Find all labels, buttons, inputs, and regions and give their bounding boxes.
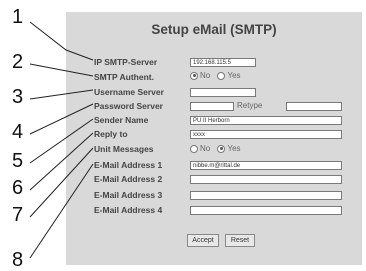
email-address-3-field[interactable] — [190, 191, 342, 200]
reply-to-field[interactable]: xxxx — [190, 130, 342, 139]
accept-button[interactable]: Accept — [187, 234, 219, 247]
leader-line-8 — [29, 163, 94, 259]
email-address-4-label: E-Mail Address 4 — [94, 205, 163, 215]
email-address-2-field[interactable] — [190, 175, 342, 184]
retype-password-field[interactable] — [286, 102, 342, 111]
auth-no-radio[interactable] — [190, 71, 198, 80]
auth-yes-radio[interactable] — [217, 71, 226, 80]
unit-yes-radio[interactable] — [217, 144, 226, 153]
unit-messages-label: Unit Messages — [94, 144, 154, 154]
leader-line-2 — [29, 63, 94, 77]
email-address-1-label: E-Mail Address 1 — [94, 160, 163, 170]
smtp-authent-label: SMTP Authent. — [94, 72, 154, 82]
unit-no-radio[interactable] — [190, 144, 198, 153]
smtp-authent-radio-group: No Yes — [190, 71, 246, 80]
ip-smtp-server-field[interactable]: 192.168.115.5 — [190, 58, 256, 67]
username-server-field[interactable] — [190, 88, 256, 97]
retype-label: Retype — [237, 101, 263, 110]
auth-no-label: No — [200, 71, 211, 81]
unit-yes-label: Yes — [227, 144, 241, 154]
email-address-1-field[interactable]: nibbe.m@rittal.de — [190, 161, 342, 170]
leader-line-1 — [29, 21, 94, 61]
leader-line-4 — [29, 103, 94, 135]
unit-no-label: No — [200, 144, 211, 154]
leader-line-7 — [29, 147, 94, 218]
username-server-label: Username Server — [94, 87, 164, 97]
unit-messages-radio-group: No Yes — [190, 144, 246, 153]
reset-button[interactable]: Reset — [225, 234, 255, 247]
sender-name-label: Sender Name — [94, 115, 149, 125]
auth-yes-label: Yes — [227, 71, 241, 81]
email-address-2-label: E-Mail Address 2 — [94, 174, 163, 184]
leader-line-3 — [29, 89, 94, 100]
password-server-field[interactable] — [190, 102, 234, 111]
password-server-label: Password Server — [94, 101, 163, 111]
reply-to-label: Reply to — [94, 129, 128, 139]
sender-name-field[interactable]: PU II Herborn — [190, 116, 342, 125]
email-address-4-field[interactable] — [190, 206, 342, 215]
ip-smtp-server-label: IP SMTP-Server — [94, 57, 158, 67]
email-address-3-label: E-Mail Address 3 — [94, 190, 163, 200]
